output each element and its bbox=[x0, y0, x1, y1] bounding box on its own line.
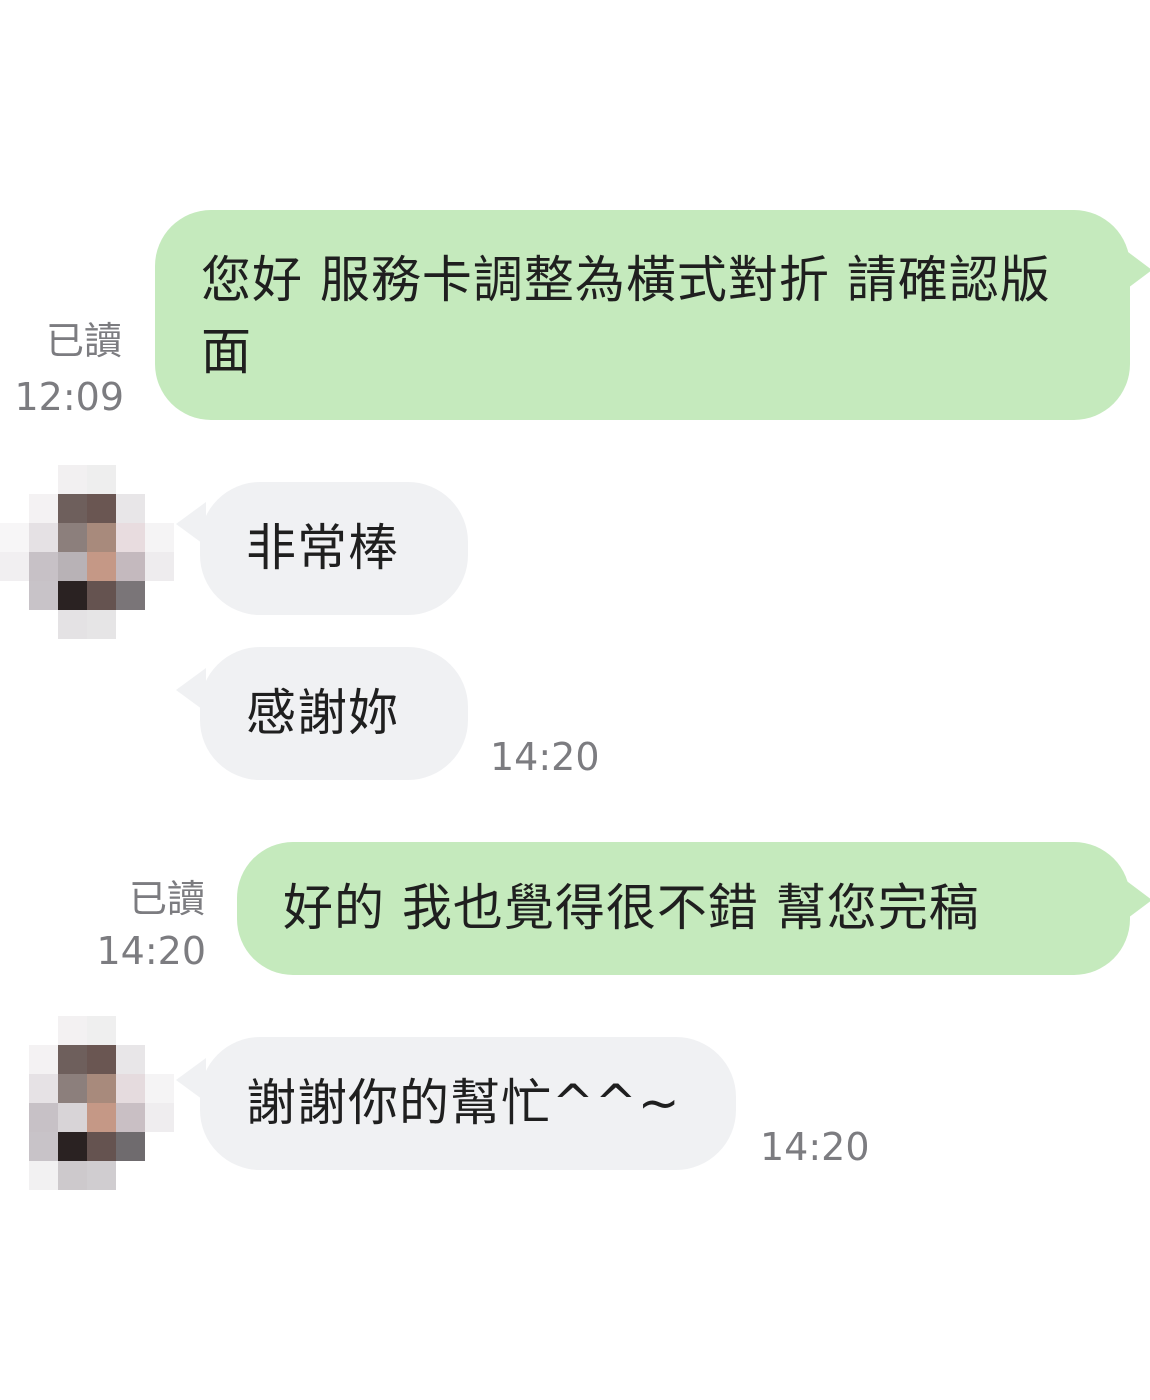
message-timestamp: 14:20 bbox=[490, 735, 600, 779]
incoming-message-bubble[interactable]: 非常棒 bbox=[200, 482, 468, 615]
message-text: 好的 我也覺得很不錯 幫您完稿 bbox=[283, 879, 980, 937]
message-timestamp: 14:20 bbox=[760, 1125, 870, 1169]
message-text: 非常棒 bbox=[246, 519, 399, 577]
read-receipt: 已讀 bbox=[45, 319, 122, 363]
outgoing-message-bubble[interactable]: 您好 服務卡調整為橫式對折 請確認版面 bbox=[155, 210, 1130, 420]
message-text: 謝謝你的幫忙^^~ bbox=[246, 1074, 681, 1132]
chat-thread: 已讀 12:09 您好 服務卡調整為橫式對折 請確認版面 非常棒 感謝妳 14:… bbox=[0, 0, 1150, 1400]
read-receipt: 已讀 bbox=[128, 877, 205, 921]
incoming-message-bubble[interactable]: 感謝妳 bbox=[200, 647, 468, 780]
message-timestamp: 12:09 bbox=[14, 375, 124, 419]
incoming-message-bubble[interactable]: 謝謝你的幫忙^^~ bbox=[200, 1037, 736, 1170]
bubble-tail bbox=[1120, 876, 1150, 924]
contact-avatar[interactable] bbox=[0, 1016, 174, 1191]
bubble-tail bbox=[1120, 246, 1150, 294]
outgoing-message-bubble[interactable]: 好的 我也覺得很不錯 幫您完稿 bbox=[237, 842, 1130, 975]
message-text: 感謝妳 bbox=[246, 684, 399, 742]
contact-avatar[interactable] bbox=[0, 465, 174, 640]
message-timestamp: 14:20 bbox=[96, 929, 206, 973]
message-text: 您好 服務卡調整為橫式對折 請確認版面 bbox=[201, 251, 1051, 381]
